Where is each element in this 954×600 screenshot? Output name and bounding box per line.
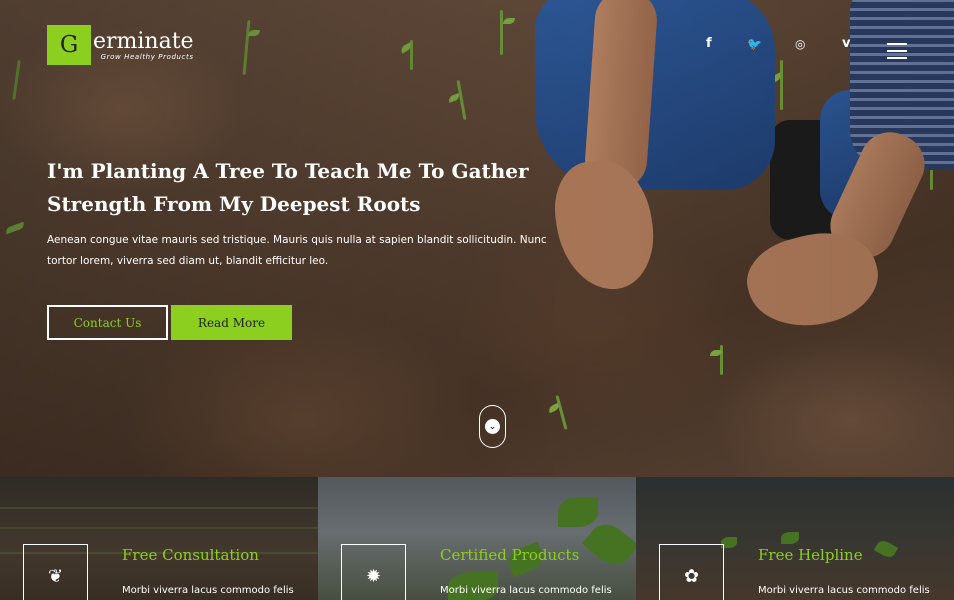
feature-text: Morbi viverra lacus commodo felis — [758, 585, 930, 596]
facebook-icon[interactable]: f — [706, 36, 712, 52]
read-more-button[interactable]: Read More — [171, 305, 292, 340]
hero-title: I'm Planting A Tree To Teach Me To Gathe… — [47, 159, 529, 216]
dribbble-icon[interactable]: ◎ — [795, 36, 805, 52]
site-logo[interactable]: G erminate Grow Healthy Products — [47, 25, 194, 65]
features-strip: ❦ Free Consultation Morbi viverra lacus … — [0, 477, 954, 600]
hero-banner: G erminate Grow Healthy Products f 🐦 ◎ v… — [0, 0, 954, 477]
feature-certified-products[interactable]: ✹ Certified Products Morbi viverra lacus… — [318, 477, 636, 600]
feature-title: Certified Products — [440, 546, 580, 564]
feature-title: Free Consultation — [122, 546, 259, 564]
vimeo-icon[interactable]: v — [842, 36, 850, 52]
logo-tagline: Grow Healthy Products — [100, 52, 194, 61]
feature-free-helpline[interactable]: ✿ Free Helpline Morbi viverra lacus comm… — [636, 477, 954, 600]
feature-text: Morbi viverra lacus commodo felis — [122, 585, 294, 596]
feature-title: Free Helpline — [758, 546, 863, 564]
hamburger-menu-icon[interactable] — [887, 43, 907, 59]
sprout-icon: ❦ — [23, 544, 88, 600]
contact-us-button[interactable]: Contact Us — [47, 305, 168, 340]
logo-name: erminate — [93, 28, 194, 54]
hero-description: Aenean congue vitae mauris sed tristique… — [47, 234, 547, 267]
feature-free-consultation[interactable]: ❦ Free Consultation Morbi viverra lacus … — [0, 477, 318, 600]
flower-icon: ✹ — [341, 544, 406, 600]
feature-text: Morbi viverra lacus commodo felis — [440, 585, 612, 596]
leaf-icon: ✿ — [659, 544, 724, 600]
logo-text: erminate Grow Healthy Products — [93, 28, 194, 61]
chevron-down-icon: ⌄ — [485, 419, 500, 434]
twitter-icon[interactable]: 🐦 — [747, 36, 762, 52]
logo-letter-box: G — [47, 25, 91, 65]
scroll-down-button[interactable]: ⌄ — [479, 405, 506, 448]
